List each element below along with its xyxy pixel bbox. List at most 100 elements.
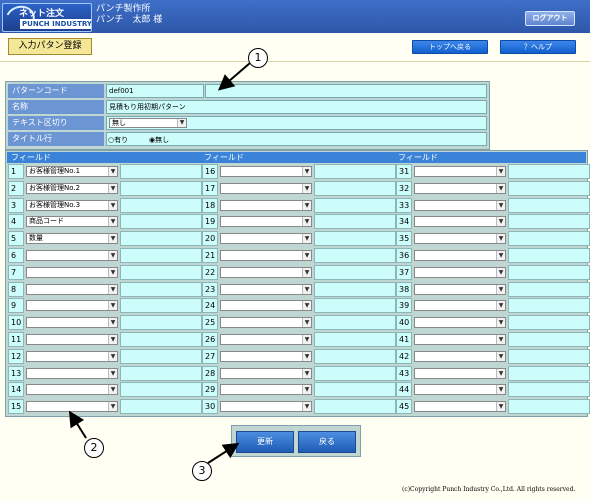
chevron-down-icon: ▼ xyxy=(108,335,117,344)
chevron-down-icon: ▼ xyxy=(302,385,311,395)
field-select[interactable]: ▼ xyxy=(414,283,506,295)
field-select[interactable]: ▼ xyxy=(220,250,312,261)
field-select[interactable]: ▼ xyxy=(414,266,506,278)
field-row: 34 ▼ xyxy=(396,214,590,230)
field-select[interactable]: ▼ xyxy=(414,401,506,413)
pattern-code-field[interactable]: def001 xyxy=(106,84,204,98)
field-select[interactable]: 数量 ▼ xyxy=(26,233,118,245)
field-row-fill xyxy=(314,197,396,213)
field-select[interactable]: ▼ xyxy=(26,384,118,396)
field-row-number: 6 xyxy=(8,248,24,263)
field-row-number: 8 xyxy=(8,281,24,297)
field-select[interactable]: ▼ xyxy=(414,166,506,177)
field-select[interactable]: ▼ xyxy=(414,317,506,329)
field-row: 37 ▼ xyxy=(396,264,590,280)
field-select[interactable]: ▼ xyxy=(414,334,506,345)
field-select[interactable]: ▼ xyxy=(220,367,312,379)
field-row: 16 ▼ xyxy=(202,164,396,179)
field-select[interactable]: ▼ xyxy=(414,233,506,245)
text-separator-select[interactable]: 無し ▼ xyxy=(109,118,187,128)
field-select[interactable]: ▼ xyxy=(220,283,312,295)
chevron-down-icon: ▼ xyxy=(302,183,311,193)
field-select[interactable]: ▼ xyxy=(220,266,312,278)
field-select[interactable]: 商品コード ▼ xyxy=(26,216,118,228)
field-select[interactable]: ▼ xyxy=(220,182,312,194)
name-field[interactable]: 見積もり用初期パターン xyxy=(106,100,487,114)
back-button[interactable]: 戻る xyxy=(298,431,356,453)
field-select[interactable]: ▼ xyxy=(414,216,506,228)
field-row-fill xyxy=(508,231,590,247)
back-to-top-button[interactable]: トップへ戻る xyxy=(412,40,488,54)
chevron-down-icon: ▼ xyxy=(496,301,505,311)
field-select[interactable]: ▼ xyxy=(414,350,506,362)
name-label: 名称 xyxy=(8,100,104,114)
field-select[interactable]: ▼ xyxy=(220,384,312,396)
field-row: 33 ▼ xyxy=(396,197,590,213)
field-select[interactable]: ▼ xyxy=(220,199,312,211)
copyright-footer: (c)Copyright Punch Industry Co.,Ltd. All… xyxy=(402,486,576,493)
radio-yes[interactable]: ○有り xyxy=(108,133,128,147)
chevron-down-icon: ▼ xyxy=(496,200,505,210)
field-row-number: 36 xyxy=(396,248,412,263)
field-select[interactable]: お客様管理No.3 ▼ xyxy=(26,199,118,211)
field-select[interactable]: ▼ xyxy=(414,182,506,194)
field-select[interactable]: ▼ xyxy=(26,367,118,379)
pattern-code-label: パターンコード xyxy=(8,84,104,98)
field-row-fill xyxy=(314,281,396,297)
field-row: 25 ▼ xyxy=(202,315,396,331)
field-select[interactable]: ▼ xyxy=(26,283,118,295)
text-separator-value: 無し xyxy=(112,119,126,127)
field-row-fill xyxy=(314,164,396,179)
field-row: 15 ▼ xyxy=(8,399,202,415)
field-row-fill xyxy=(508,365,590,381)
field-select[interactable]: ▼ xyxy=(414,367,506,379)
callout-2: 2 xyxy=(84,438,104,458)
field-select[interactable]: ▼ xyxy=(220,334,312,345)
field-select[interactable]: ▼ xyxy=(26,350,118,362)
help-button[interactable]: ？ヘルプ xyxy=(500,40,576,54)
logout-button[interactable]: ログアウト xyxy=(525,11,575,26)
field-select[interactable]: ▼ xyxy=(26,300,118,312)
field-select[interactable]: ▼ xyxy=(26,317,118,329)
field-row-number: 1 xyxy=(8,164,24,179)
field-row-number: 5 xyxy=(8,231,24,247)
field-row-fill xyxy=(120,298,202,314)
field-select[interactable]: お客様管理No.1 ▼ xyxy=(26,166,118,177)
field-row-number: 28 xyxy=(202,365,218,381)
field-select[interactable]: ▼ xyxy=(414,384,506,396)
field-row-number: 45 xyxy=(396,399,412,415)
field-row-number: 21 xyxy=(202,248,218,263)
field-row-fill xyxy=(314,315,396,331)
chevron-down-icon: ▼ xyxy=(496,385,505,395)
field-select[interactable]: ▼ xyxy=(220,233,312,245)
logo-line2: PUNCH INDUSTRY xyxy=(20,19,92,29)
field-row-number: 34 xyxy=(396,214,412,230)
field-select[interactable]: ▼ xyxy=(414,250,506,261)
radio-no[interactable]: ◉無し xyxy=(149,133,169,147)
chevron-down-icon: ▼ xyxy=(108,267,117,277)
chevron-down-icon: ▼ xyxy=(496,284,505,294)
field-select[interactable]: ▼ xyxy=(220,350,312,362)
field-row: 41 ▼ xyxy=(396,332,590,347)
field-select[interactable]: ▼ xyxy=(220,317,312,329)
field-select[interactable]: ▼ xyxy=(220,401,312,413)
field-select[interactable]: ▼ xyxy=(220,166,312,177)
update-button[interactable]: 更新 xyxy=(236,431,294,453)
chevron-down-icon: ▼ xyxy=(108,351,117,361)
title-row-cell: ○有り ◉無し xyxy=(106,132,487,146)
field-select[interactable]: ▼ xyxy=(26,334,118,345)
app-header: ネット注文 PUNCH INDUSTRY パンチ製作所 パンチ 太郎 様 ログア… xyxy=(0,0,590,33)
field-select[interactable]: ▼ xyxy=(26,250,118,261)
field-select[interactable]: ▼ xyxy=(26,401,118,413)
field-select[interactable]: ▼ xyxy=(414,300,506,312)
field-select[interactable]: ▼ xyxy=(26,266,118,278)
field-select[interactable]: ▼ xyxy=(414,199,506,211)
field-select[interactable]: ▼ xyxy=(220,216,312,228)
field-select[interactable]: ▼ xyxy=(220,300,312,312)
field-row-fill xyxy=(314,348,396,364)
field-row: 2 お客様管理No.2 ▼ xyxy=(8,180,202,196)
field-row-number: 23 xyxy=(202,281,218,297)
field-row-number: 24 xyxy=(202,298,218,314)
field-select[interactable]: お客様管理No.2 ▼ xyxy=(26,182,118,194)
field-row: 26 ▼ xyxy=(202,332,396,347)
